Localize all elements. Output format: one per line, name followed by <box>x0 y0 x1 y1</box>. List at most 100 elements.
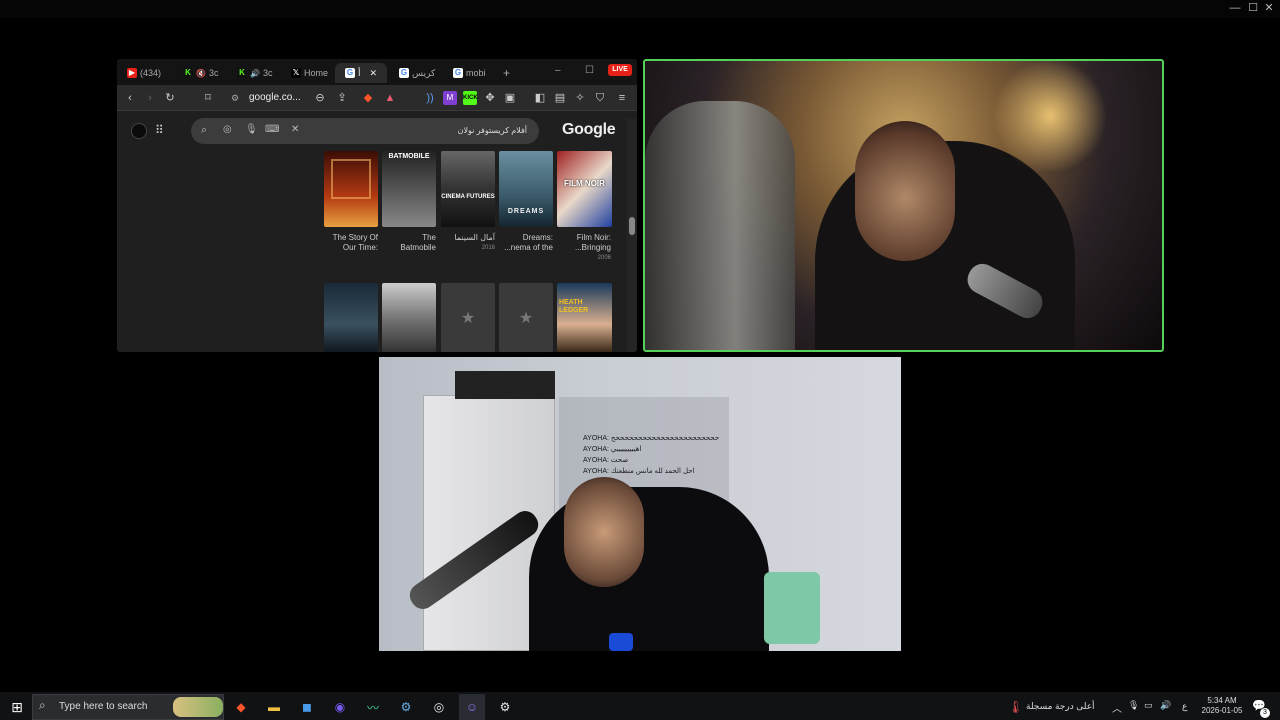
vpn-icon[interactable]: ⛉ <box>593 91 607 105</box>
screenshot-icon[interactable]: ▣ <box>503 91 517 105</box>
back-icon[interactable]: ‹ <box>123 91 137 105</box>
tab-label: Home <box>304 68 329 78</box>
film-poster-dreams[interactable]: DREAMS <box>499 151 553 227</box>
window-title-bar <box>0 0 1280 18</box>
film-poster-film-noir[interactable]: FILM NOIR <box>557 151 612 227</box>
tab-bar: ▶ (434) K 🔇 3c K 🔊 3c 𝕏 Home G أ ✕ G كري… <box>117 59 637 85</box>
brave-rewards-icon[interactable]: ▲ <box>383 91 397 105</box>
film-title-line: Dreams: <box>522 233 553 242</box>
thermometer-icon[interactable]: 🌡 <box>1008 700 1023 714</box>
account-avatar[interactable] <box>131 123 147 139</box>
kick-icon: K <box>237 68 247 78</box>
obs-icon[interactable]: ◎ <box>426 694 452 720</box>
puzzle-icon[interactable]: ✥ <box>483 91 497 105</box>
tab-close-icon[interactable]: ✕ <box>370 68 378 79</box>
browser-minimize-icon[interactable]: – <box>555 65 561 76</box>
close-button[interactable]: ✕ <box>1258 0 1280 16</box>
twitch-ext-icon[interactable]: M <box>443 91 457 105</box>
tab-google-2[interactable]: G كريس <box>389 63 441 83</box>
page-scrollbar[interactable] <box>627 119 637 352</box>
youtube-icon: ▶ <box>127 68 137 78</box>
tab-youtube[interactable]: ▶ (434) <box>117 63 171 83</box>
film-title-line: Our Time: <box>342 243 378 252</box>
film-poster-oppenheimer[interactable] <box>324 151 378 227</box>
extension-icon[interactable]: )) <box>423 91 437 105</box>
new-tab-icon[interactable]: + <box>499 63 517 83</box>
tab-google-3[interactable]: G mobi <box>443 63 495 83</box>
file-explorer-icon[interactable]: ▬ <box>261 694 287 720</box>
language-indicator[interactable]: ع <box>1182 701 1187 712</box>
film-title-line: ...nema of the <box>504 243 553 252</box>
poster-text: FILM NOIR <box>564 179 605 188</box>
menu-icon[interactable]: ≡ <box>615 91 629 105</box>
show-hidden-icons[interactable]: ︿ <box>1112 700 1122 715</box>
taskbar-search-box[interactable]: ⌕ Type here to search <box>32 694 224 720</box>
discord-icon[interactable]: ☺ <box>459 694 485 720</box>
tab-kick-1[interactable]: K 🔇 3c <box>173 63 225 83</box>
film-title-film-noir[interactable]: Film Noir: ...Bringing 2006 <box>557 233 611 263</box>
leo-ai-icon[interactable]: ✧ <box>573 91 587 105</box>
clock[interactable]: 5:34 AM 2026-01-05 <box>1196 696 1248 716</box>
google-search-bar[interactable]: ⌕ ◎ 🎙 ⌨ ✕ أفلام كريستوفر نولان <box>191 118 539 144</box>
apps-grid-icon[interactable]: ⠿ <box>155 123 164 137</box>
search-placeholder: Type here to search <box>59 701 148 712</box>
wallet-icon[interactable]: ▤ <box>553 91 567 105</box>
keyboard-icon[interactable]: ⌨ <box>265 124 279 135</box>
browser-maximize-icon[interactable]: ☐ <box>585 65 594 76</box>
brave-icon[interactable]: ◆ <box>228 694 254 720</box>
film-title-oppenheimer[interactable]: The Story Of Our Time: <box>324 233 378 253</box>
film-title-dreams[interactable]: Dreams: ...nema of the <box>499 233 553 253</box>
film-title-cinema-futures[interactable]: آمال السينما 2016 <box>441 233 495 253</box>
search-icon[interactable]: ⌕ <box>201 124 207 137</box>
browser-window: ▶ (434) K 🔇 3c K 🔊 3c 𝕏 Home G أ ✕ G كري… <box>117 59 637 352</box>
volume-icon[interactable]: 🔊 <box>1160 700 1171 711</box>
film-poster-dark-knight[interactable] <box>324 283 378 352</box>
steam-icon[interactable]: ⚙ <box>393 694 419 720</box>
tab-x-home[interactable]: 𝕏 Home <box>281 63 333 83</box>
film-poster-following[interactable] <box>382 283 436 352</box>
film-poster-cinema-futures[interactable]: CINEMA FUTURES <box>441 151 495 227</box>
face-shape <box>855 121 955 261</box>
scrollbar-thumb[interactable] <box>629 217 635 235</box>
share-icon[interactable]: ⇪ <box>335 91 349 105</box>
brave-shields-icon[interactable]: ◆ <box>361 91 375 105</box>
film-placeholder-icon[interactable]: ★ <box>499 283 553 352</box>
zoom-icon[interactable]: ⊖ <box>313 91 327 105</box>
app-icon[interactable]: ◉ <box>327 694 353 720</box>
lamp-glow <box>990 61 1110 171</box>
x-icon: 𝕏 <box>291 68 301 78</box>
mic-icon[interactable]: 🎙 <box>1128 700 1139 711</box>
google-icon: G <box>399 68 409 78</box>
weather-text[interactable]: أعلى درجة مسجلة <box>1026 701 1095 712</box>
settings-icon[interactable]: ⚙ <box>492 694 518 720</box>
mini-fridge-shape <box>764 572 820 644</box>
film-title-batmobile[interactable]: The Batmobile <box>382 233 436 253</box>
film-poster-heath-ledger[interactable]: HEATH LEDGER <box>557 283 612 352</box>
reload-icon[interactable]: ↻ <box>163 91 177 105</box>
tab-kick-2[interactable]: K 🔊 3c <box>227 63 279 83</box>
forward-icon[interactable]: › <box>143 91 157 105</box>
kick-ext-icon[interactable]: KICK <box>463 91 478 105</box>
film-title-line: ...Bringing <box>574 243 611 252</box>
tab-google-active[interactable]: G أ ✕ <box>335 63 387 83</box>
film-poster-batmobile[interactable]: BATMOBILE <box>382 151 436 227</box>
mic-icon[interactable]: 🎙 <box>245 124 258 135</box>
clock-time: 5:34 AM <box>1207 696 1237 705</box>
site-settings-icon[interactable]: ⚙ <box>231 89 239 107</box>
poster-text: DREAMS <box>507 208 545 215</box>
google-results-page: ⠿ ⌕ ◎ 🎙 ⌨ ✕ أفلام كريستوفر نولان Google … <box>117 111 637 352</box>
network-icon[interactable]: ▭ <box>1144 700 1153 711</box>
boxes-shape <box>455 371 555 399</box>
windows-start-icon[interactable]: ⊞ <box>4 694 30 720</box>
app-icon[interactable]: 〰 <box>360 694 386 720</box>
tab-label: mobi <box>466 68 486 78</box>
bookmark-icon[interactable]: ⌑ <box>201 91 215 105</box>
film-placeholder-icon[interactable]: ★ <box>441 283 495 352</box>
lens-icon[interactable]: ◎ <box>223 124 232 135</box>
clear-icon[interactable]: ✕ <box>291 124 299 135</box>
kick-icon: K <box>183 68 193 78</box>
chair-shape <box>645 101 795 350</box>
sidebar-icon[interactable]: ◧ <box>533 91 547 105</box>
store-icon[interactable]: ◼ <box>294 694 320 720</box>
google-logo[interactable]: Google <box>562 121 616 139</box>
